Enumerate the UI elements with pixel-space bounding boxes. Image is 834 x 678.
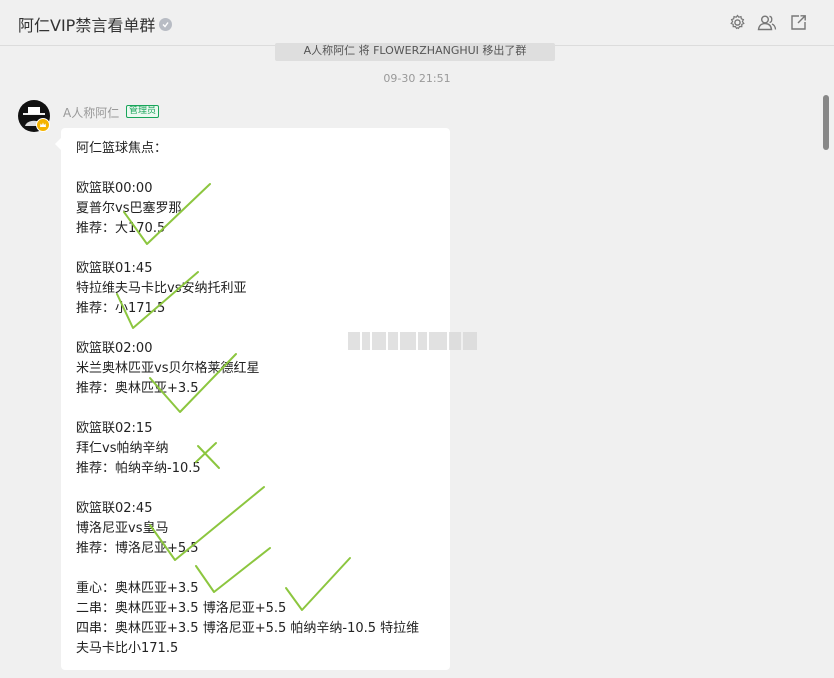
message-line: 四串：奥林匹亚+3.5 博洛尼亚+5.5 帕纳辛纳-10.5 特拉维 xyxy=(76,621,420,636)
message-line: 拜仁vs帕纳辛纳 xyxy=(76,441,169,456)
message-line: 推荐：奥林匹亚+3.5 xyxy=(76,381,199,396)
message-line: 推荐：大170.5 xyxy=(76,221,166,236)
blurred-region xyxy=(348,330,488,352)
message-line: 博洛尼亚vs皇马 xyxy=(76,521,169,536)
message-line: 重心：奥林匹亚+3.5 xyxy=(76,581,199,596)
message-line: 二串：奥林匹亚+3.5 博洛尼亚+5.5 xyxy=(76,601,287,616)
message-line: 推荐：小171.5 xyxy=(76,301,166,316)
message-line: 推荐：帕纳辛纳-10.5 xyxy=(76,461,201,476)
crown-badge-icon xyxy=(36,118,50,132)
message-bubble[interactable]: 阿仁篮球焦点： 欧篮联00:00 夏普尔vs巴塞罗那 推荐：大170.5 欧篮联01… xyxy=(55,128,450,670)
message-text: 阿仁篮球焦点： 欧篮联00:00 夏普尔vs巴塞罗那 推荐：大170.5 欧篮联01… xyxy=(76,139,436,659)
system-notification: A人称阿仁 将 FLOWERZHANGHUI 移出了群 xyxy=(275,43,555,61)
admin-badge: 管理员 xyxy=(126,105,160,118)
gear-icon[interactable] xyxy=(727,12,747,32)
verified-icon xyxy=(159,17,173,31)
message-line: 特拉维夫马卡比vs安纳托利亚 xyxy=(76,281,247,296)
message-line: 夏普尔vs巴塞罗那 xyxy=(76,201,182,216)
sender-name[interactable]: A人称阿仁 xyxy=(63,104,119,121)
scrollbar-thumb[interactable] xyxy=(823,95,829,150)
message-line: 欧篮联02:15 xyxy=(76,421,153,436)
message-line: 米兰奥林匹亚vs贝尔格莱德红星 xyxy=(76,361,260,376)
message-timestamp: 09-30 21:51 xyxy=(383,72,451,85)
message-line: 欧篮联00:00 xyxy=(76,181,153,196)
message-line: 推荐：博洛尼亚+5.5 xyxy=(76,541,199,556)
group-title: 阿仁VIP禁言看单群 xyxy=(18,12,173,36)
message-line: 阿仁篮球焦点： xyxy=(76,141,168,156)
group-title-text: 阿仁VIP禁言看单群 xyxy=(18,16,156,35)
message-line: 夫马卡比小171.5 xyxy=(76,641,179,656)
message-line: 欧篮联01:45 xyxy=(76,261,153,276)
group-members-icon[interactable] xyxy=(757,12,777,32)
chat-header: 阿仁VIP禁言看单群 xyxy=(0,0,834,46)
share-icon[interactable] xyxy=(788,12,808,32)
message-line: 欧篮联02:45 xyxy=(76,501,153,516)
